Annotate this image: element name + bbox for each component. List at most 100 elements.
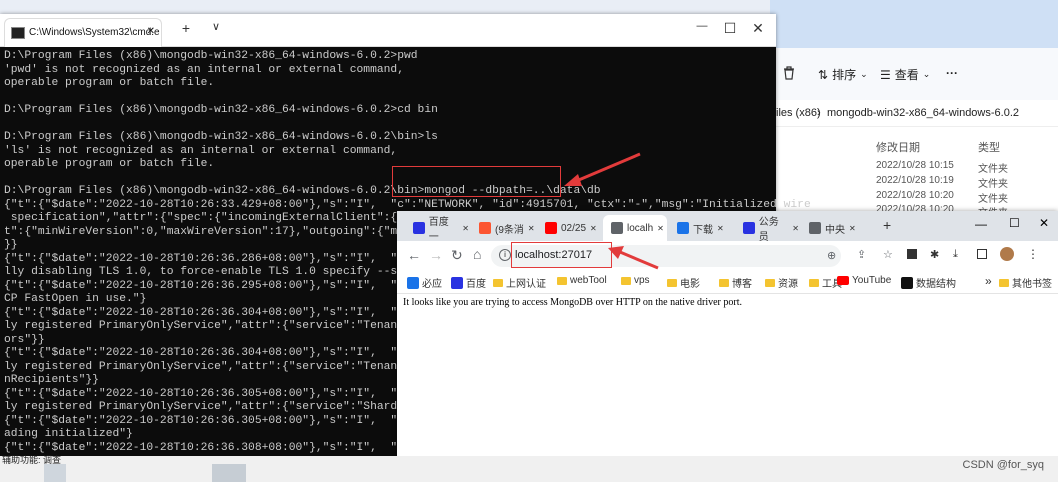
bookmark-6[interactable]: 博客 — [719, 275, 752, 290]
console-line: 'pwd' is not recognized as an internal o… — [4, 63, 404, 76]
bookmark-4[interactable]: vps — [621, 275, 650, 286]
bookmark-star-icon[interactable]: ☆ — [883, 248, 893, 261]
forward-icon[interactable]: → — [429, 247, 443, 263]
menu-icon[interactable]: ⋮ — [1027, 247, 1039, 261]
maximize-button[interactable]: ☐ — [1009, 216, 1020, 230]
file-type: 文件夹 — [978, 179, 1008, 190]
bookmark-0[interactable]: 必应 — [407, 275, 442, 290]
tab-6[interactable]: 中央 ✕ — [801, 215, 865, 241]
file-date: 2022/10/28 10:20 — [876, 190, 954, 201]
console-line: D:\Program Files (x86)\mongodb-win32-x86… — [4, 104, 438, 116]
reload-icon[interactable]: ↻ — [451, 247, 463, 264]
puzzle-icon[interactable]: ✱ — [930, 248, 939, 261]
file-row[interactable]: 2022/10/28 10:19 文件夹 — [770, 175, 1058, 191]
tab-close-icon[interactable]: ✕ — [657, 224, 664, 233]
extension-icon[interactable] — [907, 249, 917, 259]
file-date: 2022/10/28 10:15 — [876, 160, 954, 171]
taskbar-thumbnail[interactable] — [212, 464, 246, 482]
bookmark-label: 必应 — [422, 279, 442, 290]
file-row[interactable]: 2022/10/28 10:15 文件夹 — [770, 160, 1058, 176]
close-button[interactable]: ✕ — [746, 20, 770, 37]
bookmark-2[interactable]: 上网认证 — [493, 275, 546, 290]
minimize-button[interactable]: — — [975, 217, 987, 231]
bookmark-label: 百度 — [466, 279, 486, 290]
tab-dropdown-button[interactable]: ∨ — [204, 20, 228, 33]
bookmark-label: webTool — [570, 275, 607, 286]
download-icon — [677, 222, 689, 234]
tab-close-icon[interactable]: ✕ — [590, 224, 597, 233]
tab-label: (9条消 — [495, 224, 524, 236]
sort-button[interactable]: ⇅ 排序 ⌄ — [818, 66, 868, 83]
home-icon[interactable]: ⌂ — [473, 246, 481, 262]
cmd-tab[interactable]: C:\Windows\System32\cmd.e ✕ — [4, 18, 162, 47]
maximize-button[interactable]: ☐ — [718, 20, 742, 37]
bookmark-label: YouTube — [852, 275, 892, 286]
download-icon[interactable]: ⤓ — [953, 248, 958, 261]
avatar[interactable] — [1000, 247, 1014, 261]
cmd-titlebar: C:\Windows\System32\cmd.e ✕ + ∨ — ☐ ✕ — [0, 14, 776, 47]
breadcrumb-part[interactable]: iles (x86) — [776, 107, 821, 119]
other-bookmarks-folder[interactable]: 其他书签 — [999, 275, 1052, 290]
sort-label: 排序 — [832, 68, 857, 82]
breadcrumb-part[interactable]: mongodb-win32-x86_64-windows-6.0.2 — [827, 107, 1019, 119]
share-icon[interactable]: ⇪ — [857, 248, 866, 261]
tab-4[interactable]: 下载 ✕ — [669, 215, 733, 241]
tab-3[interactable]: localh ✕ — [603, 215, 667, 241]
command-highlight-box — [392, 166, 561, 197]
view-label: 查看 — [894, 68, 919, 82]
sidepanel-icon[interactable] — [977, 249, 987, 259]
bookmark-1[interactable]: 百度 — [451, 275, 486, 290]
bookmarks-bar: » 其他书签 必应 百度 上网认证 webTool vps 电影 博客 资源 工具 YouTube… — [397, 271, 1058, 294]
column-type[interactable]: 类型 — [978, 139, 1000, 155]
column-modified[interactable]: 修改日期 — [876, 139, 920, 155]
file-date: 2022/10/28 10:19 — [876, 175, 954, 186]
new-tab-button[interactable]: + — [174, 20, 198, 36]
other-bookmarks-label: 其他书签 — [1012, 279, 1052, 290]
zoom-icon[interactable]: ⊕ — [827, 249, 836, 262]
tab-close-icon[interactable]: ✕ — [792, 224, 799, 233]
terminal-icon — [11, 27, 25, 39]
breadcrumb[interactable]: iles (x86) › mongodb-win32-x86_64-window… — [770, 100, 1058, 127]
taskbar-thumbnail[interactable] — [44, 464, 66, 482]
bookmark-5[interactable]: 电影 — [667, 275, 700, 290]
console-line: operable program or batch file. — [4, 158, 215, 170]
tab-close-icon[interactable]: ✕ — [849, 224, 856, 233]
tab-close-icon[interactable]: ✕ — [462, 224, 469, 233]
tab-label: 下载 — [693, 224, 713, 236]
console-line: D:\Program Files (x86)\mongodb-win32-x86… — [4, 50, 418, 62]
bookmark-label: vps — [634, 275, 650, 286]
bookmark-3[interactable]: webTool — [557, 275, 607, 286]
file-list-header: 修改日期 类型 — [770, 134, 1058, 156]
back-icon[interactable]: ← — [407, 247, 421, 263]
tab-close-icon[interactable]: ✕ — [147, 26, 155, 37]
breadcrumb-separator: › — [817, 107, 821, 119]
cmd-tab-title: C:\Windows\System32\cmd.e — [29, 27, 160, 38]
view-button[interactable]: ☰ 查看 ⌄ — [880, 66, 930, 83]
tab-close-icon[interactable]: ✕ — [528, 224, 535, 233]
tab-close-icon[interactable]: ✕ — [717, 224, 724, 233]
delete-button[interactable] — [782, 66, 796, 80]
close-button[interactable]: ✕ — [1039, 216, 1049, 230]
url-highlight-box — [511, 242, 612, 268]
bookmark-7[interactable]: 资源 — [765, 275, 798, 290]
youtube-icon — [837, 276, 849, 285]
arrow-icon — [564, 152, 641, 186]
new-tab-button[interactable]: + — [883, 217, 891, 233]
tab-0[interactable]: 百度一 ✕ — [405, 215, 469, 243]
bookmark-10[interactable]: 数据结构 — [901, 275, 956, 290]
chevron-down-icon: ⌄ — [922, 69, 931, 79]
more-bookmarks-button[interactable]: » — [985, 274, 992, 288]
bookmark-9[interactable]: YouTube — [837, 275, 891, 286]
more-options-button[interactable]: ··· — [946, 66, 958, 80]
tab-2[interactable]: 02/25 ✕ — [537, 215, 601, 241]
file-type: 文件夹 — [978, 164, 1008, 175]
info-icon[interactable]: i — [499, 249, 511, 261]
trash-icon — [784, 66, 794, 80]
tab-1[interactable]: (9条消 ✕ — [471, 215, 535, 241]
minimize-button[interactable]: — — [690, 20, 714, 32]
console-line: {"t":{"$date":"2022-10-28T10:26:33.429+0… — [4, 198, 811, 211]
tab-5[interactable]: 公务员 ✕ — [735, 215, 799, 243]
file-type: 文件夹 — [978, 194, 1008, 205]
folder-icon — [999, 278, 1009, 287]
folder-icon — [719, 278, 729, 287]
